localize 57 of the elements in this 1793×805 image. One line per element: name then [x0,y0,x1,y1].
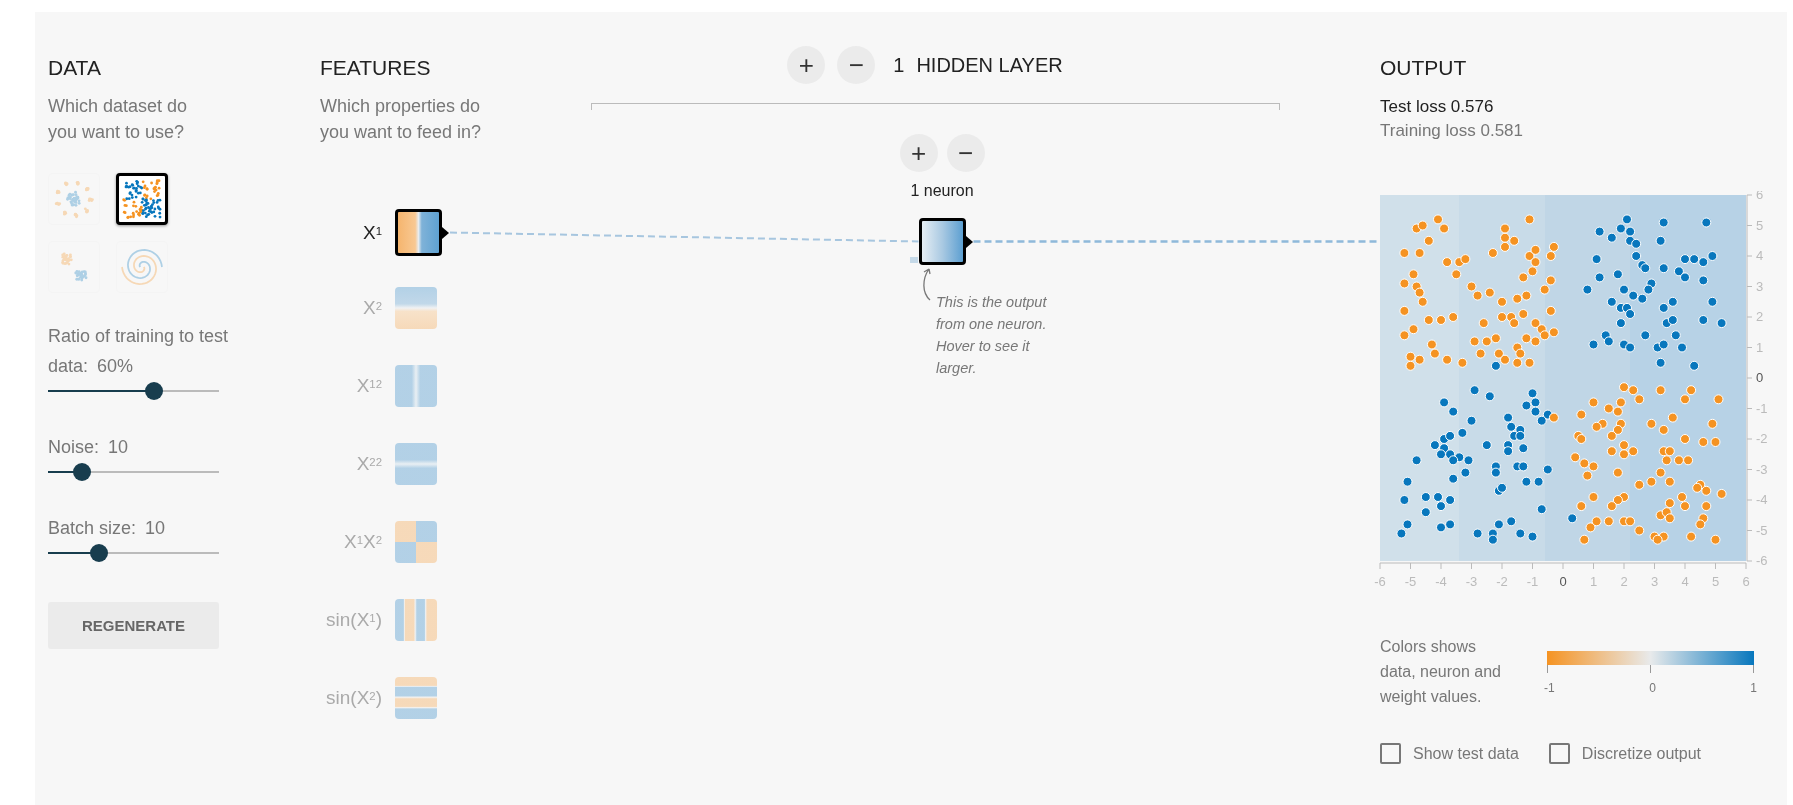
add-layer-button[interactable]: + [787,46,826,84]
slider-label: Noise: 10 [48,436,130,459]
tick-label: -3 [1465,574,1478,589]
add-neuron-button[interactable]: + [899,134,938,172]
tick-label: 3 [1756,278,1764,294]
tick-label: 4 [1756,248,1764,263]
test-loss: Test loss 0.576 [1380,96,1495,118]
layer-count: 1 [893,53,905,77]
slider-label: Ratio of training to test data: 60% [48,325,230,378]
section-title: HIDDEN LAYER [916,53,1063,77]
tick-label: 2 [1620,574,1628,589]
tick-label: -1 [1526,574,1539,589]
tick-label: 2 [1756,309,1764,324]
scale-label: -1 [1544,681,1555,695]
tick-label: -5 [1404,574,1417,589]
tick-label: -5 [1756,522,1768,538]
tick-label: -1 [1756,400,1768,416]
feature-label: X$^{12}$ [355,375,382,397]
feature-label: X$^{1}$X$^{2}$ [342,531,382,553]
tick-label: -6 [1756,553,1768,568]
feature-label: X$^{22}$ [355,453,382,475]
section-title: DATA [48,56,102,80]
tick-label: -2 [1496,574,1508,589]
tick-label: -2 [1756,431,1768,446]
feature-label: X$^{1}$ [361,221,382,244]
remove-neuron-button[interactable]: − [946,134,985,172]
tick-label: -4 [1435,574,1447,589]
checkbox-label: Discretize output [1581,744,1701,763]
tick-label: -3 [1756,461,1768,477]
tick-label: -6 [1374,574,1386,589]
section-description: Which dataset do you want to use? [48,95,189,144]
tick-label: 4 [1681,574,1689,589]
checkbox-label: Show test data [1413,744,1519,763]
section-description: Which properties do you want to feed in? [320,95,483,144]
tick-label: 6 [1742,574,1750,589]
tick-label: 0 [1559,574,1567,589]
tick-label: 1 [1756,339,1764,355]
feature-label: X$^{2}$ [361,297,382,319]
training-loss: Training loss 0.581 [1380,120,1524,142]
remove-layer-button[interactable]: − [837,46,876,84]
tick-label: -4 [1756,492,1768,507]
feature-label: sin(X$^{2}$) [325,687,382,709]
tick-label: 0 [1756,370,1764,385]
neuron-count: 1 neuron [910,181,974,201]
tick-label: 1 [1589,574,1598,589]
scale-label: 1 [1750,681,1757,695]
tick-label: 3 [1650,574,1659,589]
neuron-annotation: This is the output from one neuron. Hover to see it larger. [936,293,1048,378]
legend-text: Colors shows data, neuron and weight values. [1380,637,1502,707]
regenerate-button[interactable]: REGENERATE [48,602,219,649]
scale-label: 0 [1649,681,1656,695]
feature-label: sin(X$^{1}$) [325,609,382,631]
section-title: OUTPUT [1380,56,1468,80]
tick-label: 5 [1756,217,1764,233]
section-title: FEATURES [320,56,432,80]
slider-label: Batch size: 10 [48,517,167,540]
tick-label: 5 [1711,574,1720,589]
